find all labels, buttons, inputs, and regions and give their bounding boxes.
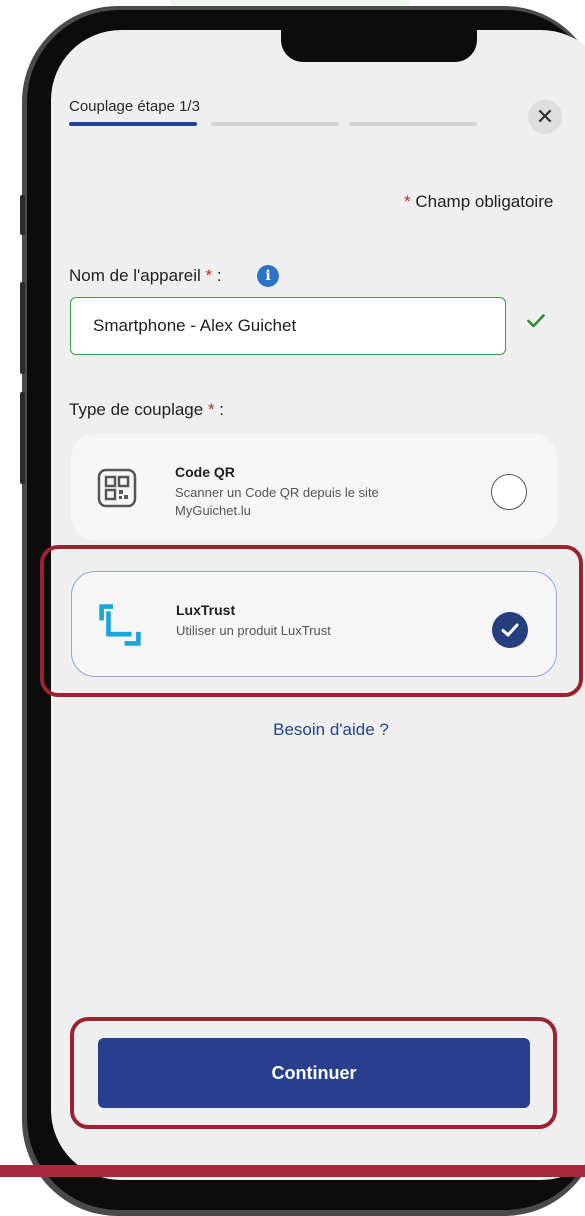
phone-volume-up-button: [20, 282, 25, 374]
coupling-type-label-text: Type de couplage: [69, 400, 204, 419]
device-name-input[interactable]: Smartphone - Alex Guichet: [70, 297, 506, 355]
bottom-decoration-strip: [0, 1165, 585, 1177]
required-star: *: [404, 192, 411, 211]
device-name-label-text: Nom de l'appareil: [69, 266, 201, 285]
coupling-type-label: Type de couplage * :: [69, 400, 224, 420]
phone-notch: [281, 30, 477, 62]
required-note-text: Champ obligatoire: [410, 192, 554, 211]
highlight-box-luxtrust-option: [40, 545, 583, 697]
qr-code-icon: [97, 468, 137, 508]
label-suffix: :: [212, 266, 222, 285]
progress-segment-1: [69, 122, 197, 126]
close-button[interactable]: ✕: [528, 100, 562, 134]
checkmark-icon: [527, 314, 545, 328]
phone-silent-switch: [20, 195, 25, 235]
highlight-box-continue-button: [70, 1017, 557, 1129]
phone-volume-down-button: [20, 392, 25, 484]
step-title: Couplage étape 1/3: [69, 98, 200, 115]
info-icon[interactable]: i: [257, 265, 279, 287]
option-title: Code QR: [175, 464, 235, 480]
progress-segment-2: [211, 122, 339, 126]
close-icon: ✕: [535, 104, 555, 129]
radio-button-unselected[interactable]: [491, 474, 527, 510]
progress-segment-3: [349, 122, 477, 126]
coupling-option-qr[interactable]: Code QR Scanner un Code QR depuis le sit…: [71, 434, 557, 540]
option-description: Scanner un Code QR depuis le site MyGuic…: [175, 485, 379, 518]
help-link[interactable]: Besoin d'aide ?: [51, 720, 585, 740]
required-star: *: [207, 400, 215, 419]
device-name-label: Nom de l'appareil * :: [69, 266, 222, 286]
label-suffix: :: [214, 400, 225, 419]
required-field-note: * Champ obligatoire: [404, 192, 553, 212]
